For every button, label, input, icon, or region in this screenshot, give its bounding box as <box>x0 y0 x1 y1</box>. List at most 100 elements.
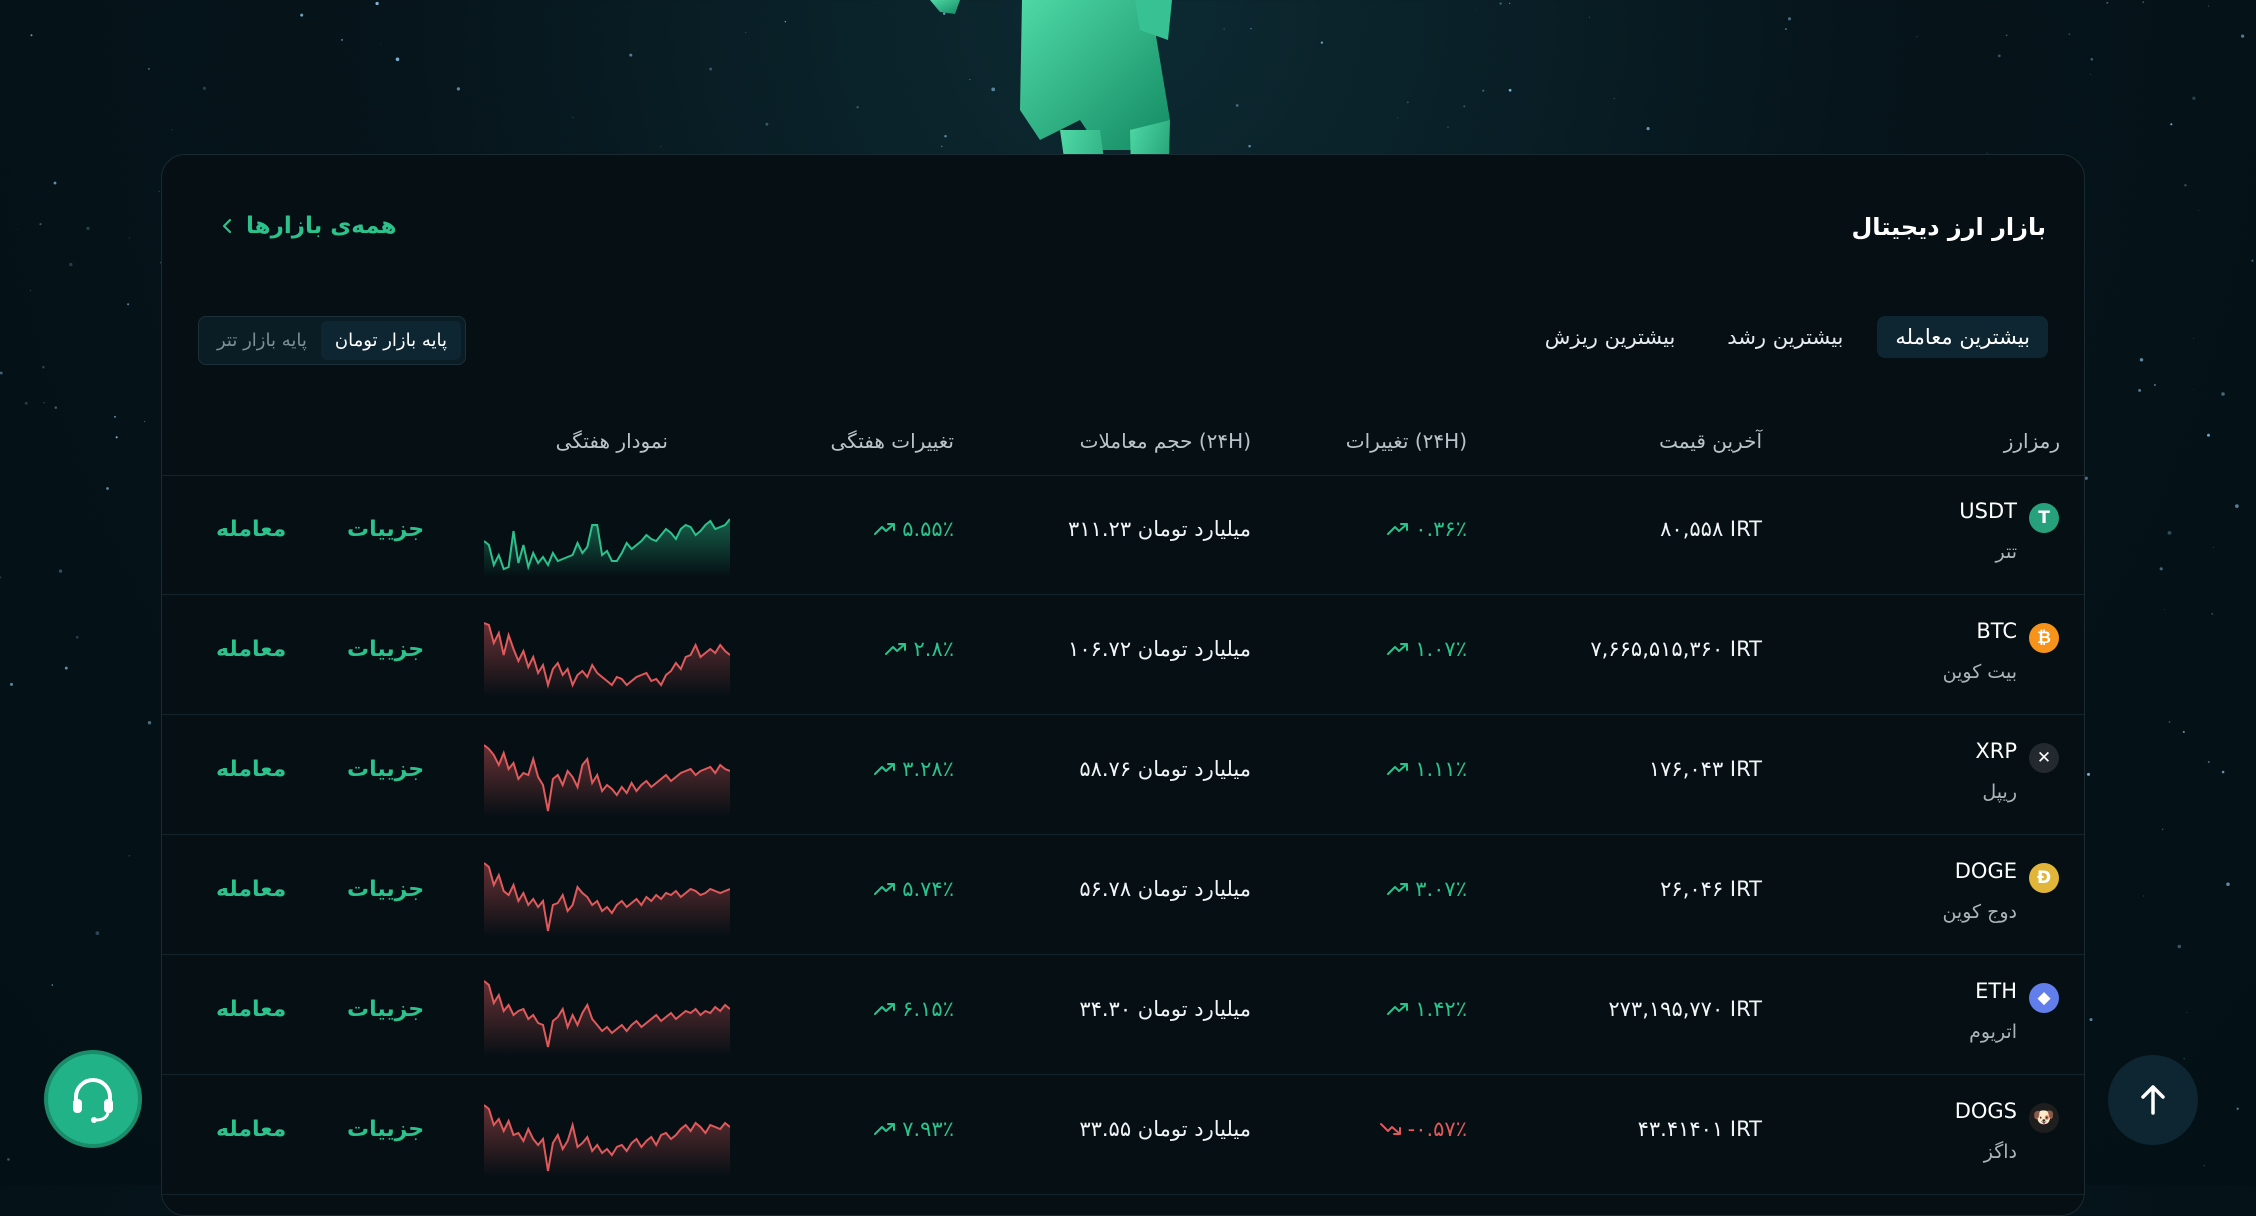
change-7d: ۷.۹۳٪ <box>874 1117 954 1141</box>
coin-symbol: XRP <box>1975 739 2017 763</box>
change-24h: ۱.۱۱٪ <box>1387 757 1467 781</box>
change-24h-value: ۰.۳۶٪ <box>1415 517 1467 541</box>
change-24h-value: ۱.۴۲٪ <box>1415 997 1467 1021</box>
volume-24h: ۳۳.۵۵ میلیارد تومان <box>1079 1117 1251 1141</box>
base-usdt-option[interactable]: پایه بازار تتر <box>203 321 321 360</box>
change-7d-value: ۵.۵۵٪ <box>902 517 954 541</box>
trend-up-icon <box>1387 757 1409 781</box>
trend-up-icon <box>874 1117 896 1141</box>
trend-down-icon <box>1379 1117 1402 1141</box>
volume-24h: ۵۸.۷۶ میلیارد تومان <box>1079 757 1251 781</box>
trend-up-icon <box>874 517 896 541</box>
weekly-sparkline <box>484 980 730 1057</box>
tab-most-traded[interactable]: بیشترین معامله <box>1877 316 2048 358</box>
all-markets-label: همه‌ی بازارها <box>246 213 397 239</box>
trend-up-icon <box>874 757 896 781</box>
trend-up-icon <box>885 637 907 661</box>
coin-name: تتر <box>1995 541 2017 563</box>
support-chat-button[interactable] <box>44 1050 142 1148</box>
details-link[interactable]: جزییات <box>347 1117 424 1142</box>
volume-24h: ۵۶.۷۸ میلیارد تومان <box>1079 877 1251 901</box>
change-24h-value: ۱.۱۱٪ <box>1415 757 1467 781</box>
change-7d: ۵.۷۴٪ <box>874 877 954 901</box>
ethereum-icon: ◆ <box>2029 983 2059 1013</box>
crypto-market-card: بازار ارز دیجیتال همه‌ی بازارها بیشترین … <box>161 154 2085 1216</box>
section-title: بازار ارز دیجیتال <box>1851 213 2046 241</box>
weekly-sparkline <box>484 622 730 697</box>
table-header: رمزارز آخرین قیمت تغییرات (۲۴H) حجم معام… <box>162 407 2084 476</box>
weekly-sparkline <box>484 862 730 937</box>
tab-top-losers[interactable]: بیشترین ریزش <box>1527 316 1694 358</box>
chevron-left-icon <box>222 218 232 234</box>
change-7d-value: ۲.۸٪ <box>913 637 954 661</box>
base-toman-option[interactable]: پایه بازار تومان <box>320 321 461 360</box>
arrow-up-icon <box>2141 1085 2165 1115</box>
trend-up-icon <box>874 997 896 1021</box>
last-price: ۱۷۶,۰۴۳ IRT <box>1648 757 1762 781</box>
scroll-to-top-button[interactable] <box>2108 1055 2198 1145</box>
change-24h-value: ۳.۰۷٪ <box>1415 877 1467 901</box>
last-price: ۸۰,۵۵۸ IRT <box>1660 517 1762 541</box>
change-24h-value: ۱.۰۷٪ <box>1415 637 1467 661</box>
bitcoin-icon: ₿ <box>2029 623 2059 653</box>
trade-link[interactable]: معامله <box>216 757 286 782</box>
change-24h: ۱.۰۷٪ <box>1387 637 1467 661</box>
weekly-sparkline <box>484 518 730 577</box>
change-7d-value: ۶.۱۵٪ <box>902 997 954 1021</box>
xrp-icon: ✕ <box>2029 743 2059 773</box>
header-change-7d: تغییرات هفتگی <box>830 429 954 453</box>
tether-icon: T <box>2029 503 2059 533</box>
change-7d: ۳.۲۸٪ <box>874 757 954 781</box>
trade-link[interactable]: معامله <box>216 517 286 542</box>
last-price: ۲۶,۰۴۶ IRT <box>1660 877 1762 901</box>
change-7d-value: ۵.۷۴٪ <box>902 877 954 901</box>
change-24h-value: -۰.۵۷٪ <box>1407 1117 1467 1141</box>
details-link[interactable]: جزییات <box>347 877 424 902</box>
coin-symbol: DOGS <box>1954 1099 2017 1123</box>
coin-name: بیت کوین <box>1942 661 2017 683</box>
table-row: T USDT تتر ۸۰,۵۵۸ IRT ۰.۳۶٪ ۳۱۱.۲۳ میلیارد تو… <box>162 475 2084 595</box>
coin-symbol: USDT <box>1959 499 2017 523</box>
table-row: ◆ ETH اتریوم ۲۷۳,۱۹۵,۷۷۰ IRT ۱.۴۲٪ ۳۴.۳۰ میلی… <box>162 955 2084 1075</box>
trade-link[interactable]: معامله <box>216 1117 286 1142</box>
trend-up-icon <box>874 877 896 901</box>
table-row: ✕ XRP ریپل ۱۷۶,۰۴۳ IRT ۱.۱۱٪ ۵۸.۷۶ میلیارد تو… <box>162 715 2084 835</box>
last-price: ۴۳.۴۱۴۰۱ IRT <box>1637 1117 1762 1141</box>
coin-name: اتریوم <box>1969 1021 2017 1043</box>
trend-up-icon <box>1387 637 1409 661</box>
details-link[interactable]: جزییات <box>347 757 424 782</box>
all-markets-link[interactable]: همه‌ی بازارها <box>218 213 397 239</box>
header-price: آخرین قیمت <box>1659 429 1762 453</box>
coin-name: داگز <box>1983 1141 2017 1163</box>
coin-symbol: BTC <box>1976 619 2017 643</box>
change-24h: ۱.۴۲٪ <box>1387 997 1467 1021</box>
volume-24h: ۳۴.۳۰ میلیارد تومان <box>1079 997 1251 1021</box>
change-7d-value: ۳.۲۸٪ <box>902 757 954 781</box>
weekly-sparkline <box>484 744 730 817</box>
header-chart-7d: نمودار هفتگی <box>555 429 668 453</box>
details-link[interactable]: جزییات <box>347 997 424 1022</box>
weekly-sparkline <box>484 1104 730 1177</box>
volume-24h: ۳۱۱.۲۳ میلیارد تومان <box>1068 517 1251 541</box>
change-7d: ۲.۸٪ <box>885 637 954 661</box>
header-change-24h: تغییرات (۲۴H) <box>1345 429 1467 453</box>
last-price: ۷,۶۶۵,۵۱۵,۳۶۰ IRT <box>1590 637 1762 661</box>
market-tabs: بیشترین معامله بیشترین رشد بیشترین ریزش <box>1527 316 2048 358</box>
coin-symbol: ETH <box>1975 979 2017 1003</box>
tab-top-gainers[interactable]: بیشترین رشد <box>1709 316 1861 358</box>
details-link[interactable]: جزییات <box>347 517 424 542</box>
change-7d: ۶.۱۵٪ <box>874 997 954 1021</box>
change-7d-value: ۷.۹۳٪ <box>902 1117 954 1141</box>
details-link[interactable]: جزییات <box>347 637 424 662</box>
table-row: ₿ BTC بیت کوین ۷,۶۶۵,۵۱۵,۳۶۰ IRT ۱.۰۷٪ ۱۰۶.۷۲… <box>162 595 2084 715</box>
change-7d: ۵.۵۵٪ <box>874 517 954 541</box>
trade-link[interactable]: معامله <box>216 877 286 902</box>
trend-up-icon <box>1387 997 1409 1021</box>
coin-symbol: DOGE <box>1954 859 2017 883</box>
base-market-toggle: پایه بازار تتر پایه بازار تومان <box>198 316 466 365</box>
trend-up-icon <box>1387 877 1409 901</box>
trade-link[interactable]: معامله <box>216 637 286 662</box>
trade-link[interactable]: معامله <box>216 997 286 1022</box>
change-24h: ۰.۳۶٪ <box>1387 517 1467 541</box>
dogs-icon: 🐶 <box>2029 1103 2059 1133</box>
